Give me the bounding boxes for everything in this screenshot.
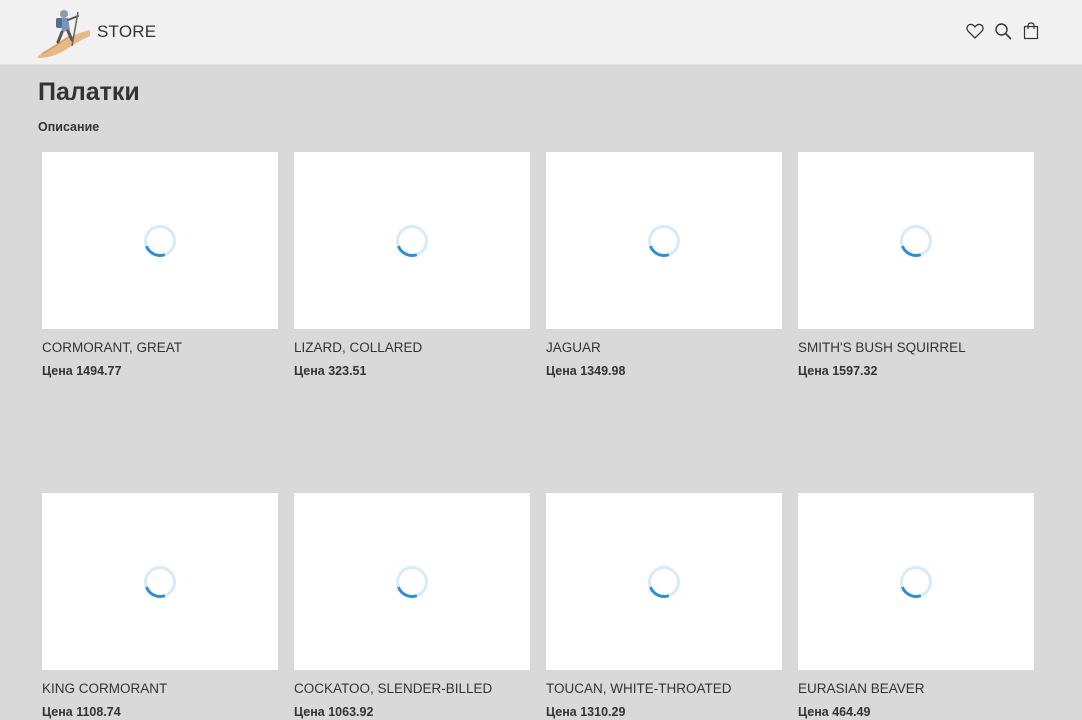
- product-image-placeholder[interactable]: [42, 493, 278, 670]
- favorites-button[interactable]: [966, 22, 984, 40]
- page-title: Палатки: [38, 78, 140, 106]
- hiker-logo-icon[interactable]: [36, 6, 92, 58]
- product-card[interactable]: CORMORANT, GREAT Цена 1494.77: [42, 152, 278, 379]
- product-name[interactable]: SMITH'S BUSH SQUIRREL: [798, 340, 1034, 356]
- product-grid: CORMORANT, GREAT Цена 1494.77 LIZARD, CO…: [42, 152, 1034, 720]
- brand-link[interactable]: STORE: [97, 22, 156, 42]
- product-name[interactable]: TOUCAN, WHITE-THROATED: [546, 681, 782, 697]
- product-image-placeholder[interactable]: [294, 152, 530, 329]
- product-name[interactable]: COCKATOO, SLENDER-BILLED: [294, 681, 530, 697]
- product-card[interactable]: TOUCAN, WHITE-THROATED Цена 1310.29: [546, 493, 782, 720]
- header-actions: [966, 22, 1040, 40]
- category-description: Описание: [38, 120, 100, 134]
- product-name[interactable]: CORMORANT, GREAT: [42, 340, 278, 356]
- product-price: Цена 1108.74: [42, 705, 121, 719]
- loading-spinner-icon: [138, 219, 182, 262]
- loading-spinner-icon: [642, 219, 686, 262]
- product-card[interactable]: KING CORMORANT Цена 1108.74: [42, 493, 278, 720]
- product-image-placeholder[interactable]: [546, 493, 782, 670]
- product-price: Цена 1310.29: [546, 705, 626, 719]
- product-card[interactable]: EURASIAN BEAVER Цена 464.49: [798, 493, 1034, 720]
- loading-spinner-icon: [390, 560, 434, 603]
- product-price: Цена 1349.98: [546, 364, 626, 378]
- search-button[interactable]: [994, 22, 1012, 40]
- heart-icon: [966, 23, 984, 39]
- product-card[interactable]: JAGUAR Цена 1349.98: [546, 152, 782, 379]
- product-card[interactable]: COCKATOO, SLENDER-BILLED Цена 1063.92: [294, 493, 530, 720]
- loading-spinner-icon: [138, 560, 182, 603]
- product-card[interactable]: SMITH'S BUSH SQUIRREL Цена 1597.32: [798, 152, 1034, 379]
- product-card[interactable]: LIZARD, COLLARED Цена 323.51: [294, 152, 530, 379]
- product-name[interactable]: LIZARD, COLLARED: [294, 340, 530, 356]
- product-image-placeholder[interactable]: [42, 152, 278, 329]
- cart-button[interactable]: [1022, 22, 1040, 40]
- product-price: Цена 1063.92: [294, 705, 374, 719]
- product-name[interactable]: JAGUAR: [546, 340, 782, 356]
- product-price: Цена 1494.77: [42, 364, 122, 378]
- product-image-placeholder[interactable]: [294, 493, 530, 670]
- loading-spinner-icon: [894, 219, 938, 262]
- loading-spinner-icon: [642, 560, 686, 603]
- product-price: Цена 323.51: [294, 364, 367, 378]
- loading-spinner-icon: [390, 219, 434, 262]
- product-image-placeholder[interactable]: [798, 493, 1034, 670]
- search-icon: [995, 23, 1012, 40]
- product-name[interactable]: EURASIAN BEAVER: [798, 681, 1034, 697]
- loading-spinner-icon: [894, 560, 938, 603]
- product-price: Цена 464.49: [798, 705, 871, 719]
- product-image-placeholder[interactable]: [798, 152, 1034, 329]
- product-name[interactable]: KING CORMORANT: [42, 681, 278, 697]
- site-header: STORE: [0, 0, 1082, 65]
- product-price: Цена 1597.32: [798, 364, 878, 378]
- product-image-placeholder[interactable]: [546, 152, 782, 329]
- shopping-bag-icon: [1023, 22, 1039, 40]
